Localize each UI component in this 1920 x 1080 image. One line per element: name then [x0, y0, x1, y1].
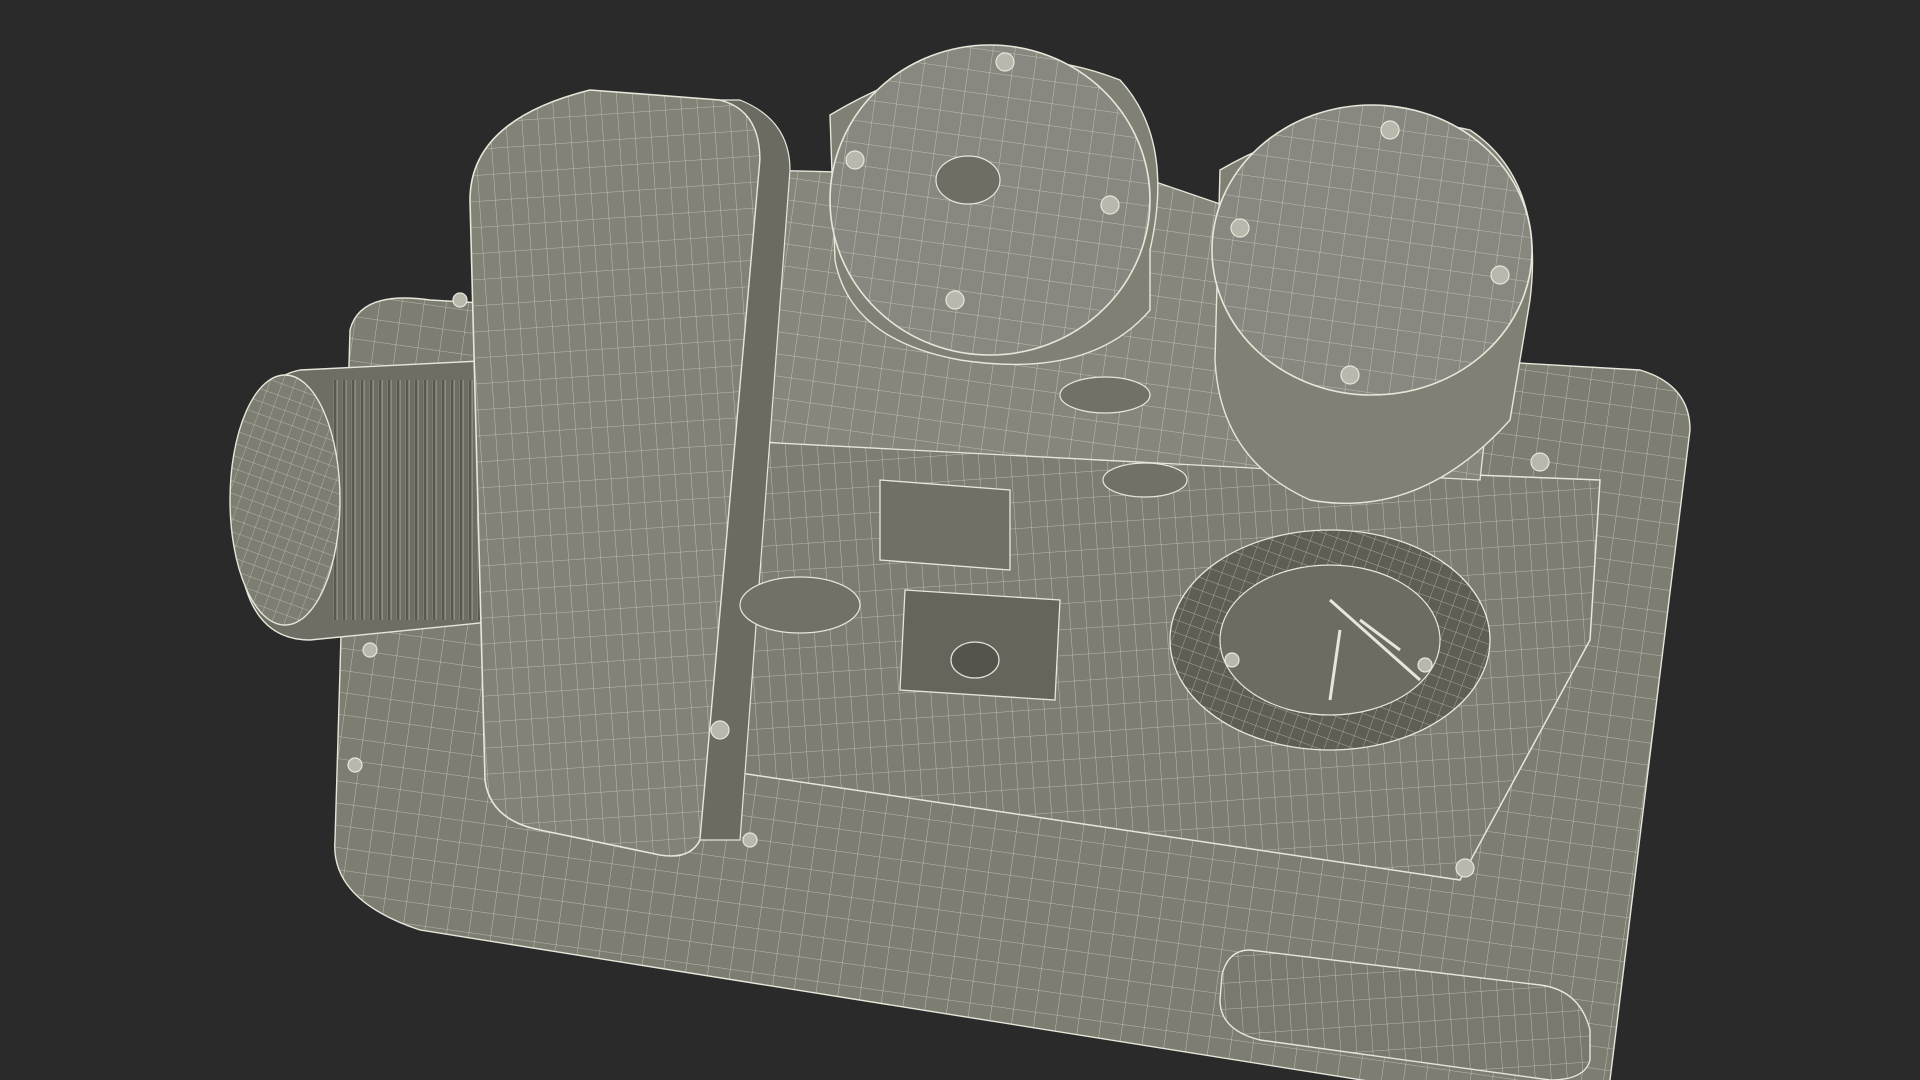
render-viewport: [0, 0, 1920, 1080]
bowl-recess: [1169, 529, 1491, 751]
electric-motor: [229, 359, 511, 641]
wireframe-render: [229, 44, 1691, 1080]
gear-cover-right: [1211, 104, 1534, 504]
belt-guard: [469, 89, 791, 857]
